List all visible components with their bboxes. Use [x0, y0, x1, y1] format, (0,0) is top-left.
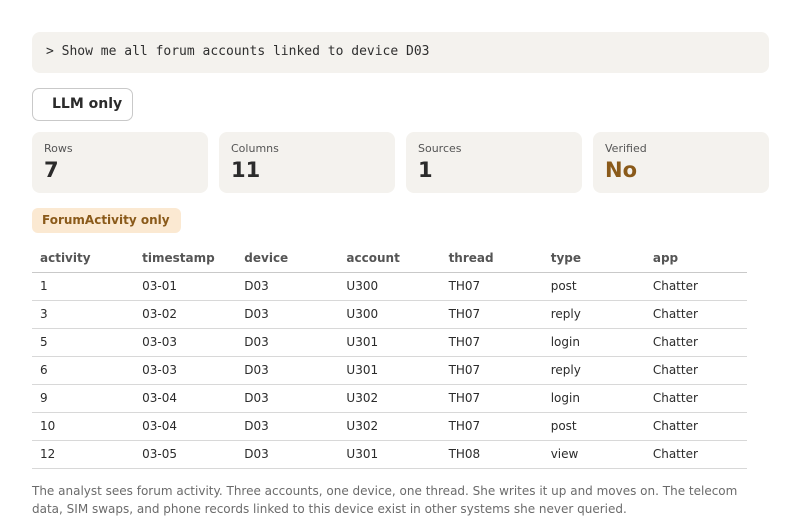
- table-row: 12 03-05 D03 U301 TH08 view Chatter: [32, 440, 747, 469]
- table-cell: U301: [338, 328, 441, 357]
- results-table: activity timestamp device account thread…: [32, 245, 747, 469]
- narrative-text: The analyst sees forum activity. Three a…: [32, 484, 738, 516]
- stat-label: Rows: [44, 142, 73, 155]
- table-cell: 12: [32, 440, 135, 469]
- table-cell: D03: [236, 356, 339, 385]
- table-cell: view: [542, 440, 645, 469]
- table-cell: Chatter: [644, 412, 747, 441]
- stat-value: No: [605, 158, 638, 182]
- table-cell: Chatter: [644, 356, 747, 385]
- stat-value: 11: [231, 158, 261, 182]
- table-cell: reply: [542, 356, 645, 385]
- table-cell: U300: [338, 272, 441, 301]
- table-cell: TH07: [440, 328, 543, 357]
- table-cell: 9: [32, 384, 135, 413]
- table-cell: D03: [236, 440, 339, 469]
- column-header: thread: [440, 245, 543, 273]
- table-cell: D03: [236, 384, 339, 413]
- table-cell: TH07: [440, 356, 543, 385]
- table-cell: post: [542, 412, 645, 441]
- table-cell: Chatter: [644, 300, 747, 329]
- table-cell: 03-05: [134, 440, 237, 469]
- table-row: 3 03-02 D03 U300 TH07 reply Chatter: [32, 300, 747, 329]
- column-header: type: [542, 245, 645, 273]
- column-header: account: [338, 245, 441, 273]
- table-cell: 3: [32, 300, 135, 329]
- column-header: activity: [32, 245, 135, 273]
- stat-label: Sources: [418, 142, 462, 155]
- table-row: 6 03-03 D03 U301 TH07 reply Chatter: [32, 356, 747, 385]
- table-cell: 1: [32, 272, 135, 301]
- table-row: 5 03-03 D03 U301 TH07 login Chatter: [32, 328, 747, 357]
- table-row: 1 03-01 D03 U300 TH07 post Chatter: [32, 272, 747, 301]
- scope-badge: ForumActivity only: [32, 208, 181, 233]
- table-row: 10 03-04 D03 U302 TH07 post Chatter: [32, 412, 747, 441]
- table-cell: U301: [338, 440, 441, 469]
- table-row: 9 03-04 D03 U302 TH07 login Chatter: [32, 384, 747, 413]
- table-cell: TH08: [440, 440, 543, 469]
- table-cell: U300: [338, 300, 441, 329]
- stat-card-columns: Columns 11: [219, 132, 395, 193]
- table-cell: 03-03: [134, 356, 237, 385]
- table-cell: U302: [338, 412, 441, 441]
- table-cell: 10: [32, 412, 135, 441]
- stat-value: 1: [418, 158, 433, 182]
- table-cell: post: [542, 272, 645, 301]
- table-cell: U302: [338, 384, 441, 413]
- table-cell: D03: [236, 272, 339, 301]
- table-cell: login: [542, 328, 645, 357]
- column-header: timestamp: [134, 245, 237, 273]
- table-cell: Chatter: [644, 384, 747, 413]
- table-cell: TH07: [440, 384, 543, 413]
- table-cell: reply: [542, 300, 645, 329]
- stat-card-rows: Rows 7: [32, 132, 208, 193]
- table-cell: TH07: [440, 412, 543, 441]
- table-cell: Chatter: [644, 272, 747, 301]
- stat-label: Verified: [605, 142, 647, 155]
- table-cell: D03: [236, 328, 339, 357]
- table-cell: 03-01: [134, 272, 237, 301]
- table-cell: 03-04: [134, 412, 237, 441]
- table-cell: login: [542, 384, 645, 413]
- table-cell: D03: [236, 300, 339, 329]
- table-cell: U301: [338, 356, 441, 385]
- table-cell: 03-02: [134, 300, 237, 329]
- query-prompt: > Show me all forum accounts linked to d…: [32, 32, 769, 73]
- table-cell: TH07: [440, 300, 543, 329]
- table-header-row: activity timestamp device account thread…: [32, 245, 747, 273]
- stat-label: Columns: [231, 142, 279, 155]
- stat-card-sources: Sources 1: [406, 132, 582, 193]
- table-cell: 5: [32, 328, 135, 357]
- table-cell: Chatter: [644, 328, 747, 357]
- column-header: app: [644, 245, 747, 273]
- table-cell: TH07: [440, 272, 543, 301]
- stats-row: Rows 7 Columns 11 Sources 1 Verified No: [32, 132, 769, 193]
- mode-badge: LLM only: [32, 88, 133, 121]
- stat-card-verified: Verified No: [593, 132, 769, 193]
- stat-value: 7: [44, 158, 59, 182]
- table-cell: 6: [32, 356, 135, 385]
- column-header: device: [236, 245, 339, 273]
- table-cell: 03-03: [134, 328, 237, 357]
- table-cell: Chatter: [644, 440, 747, 469]
- table-cell: D03: [236, 412, 339, 441]
- table-cell: 03-04: [134, 384, 237, 413]
